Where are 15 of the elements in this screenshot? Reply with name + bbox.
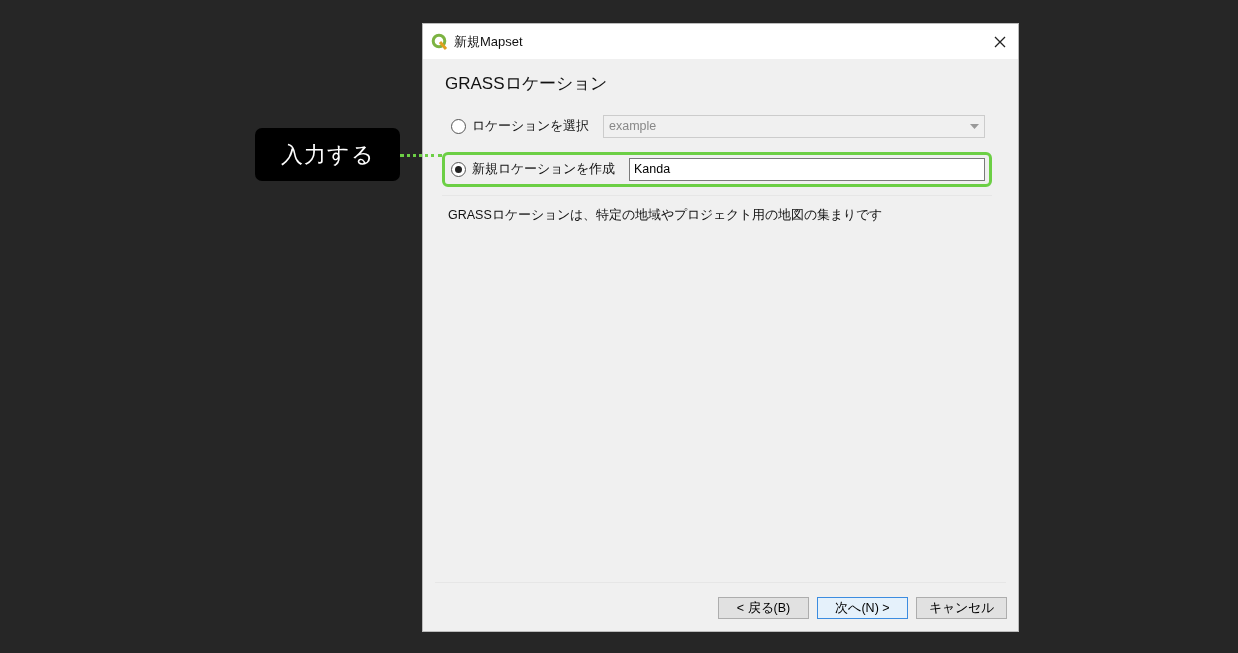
location-name-field[interactable]: Kanda — [629, 157, 985, 181]
description-text: GRASSロケーションは、特定の地域やプロジェクト用の地図の集まりです — [448, 206, 883, 224]
location-dropdown: example — [603, 114, 985, 138]
dialog-button[interactable]: キャンセル — [916, 597, 1007, 619]
dialog-button[interactable]: 次へ(N) > — [817, 597, 908, 619]
radio-label: 新規ロケーションを作成 — [472, 160, 615, 178]
window-title: 新規Mapset — [454, 32, 523, 51]
page-heading: GRASSロケーション — [445, 73, 608, 95]
caret-icon — [970, 123, 979, 129]
app-logo-icon — [431, 33, 448, 50]
callout-label: 入力する — [255, 128, 400, 181]
radio-label: ロケーションを選択 — [472, 117, 589, 135]
dialog-button[interactable]: < 戻る(B) — [718, 597, 809, 619]
close-icon — [994, 35, 1006, 48]
radio-button[interactable] — [451, 161, 466, 177]
